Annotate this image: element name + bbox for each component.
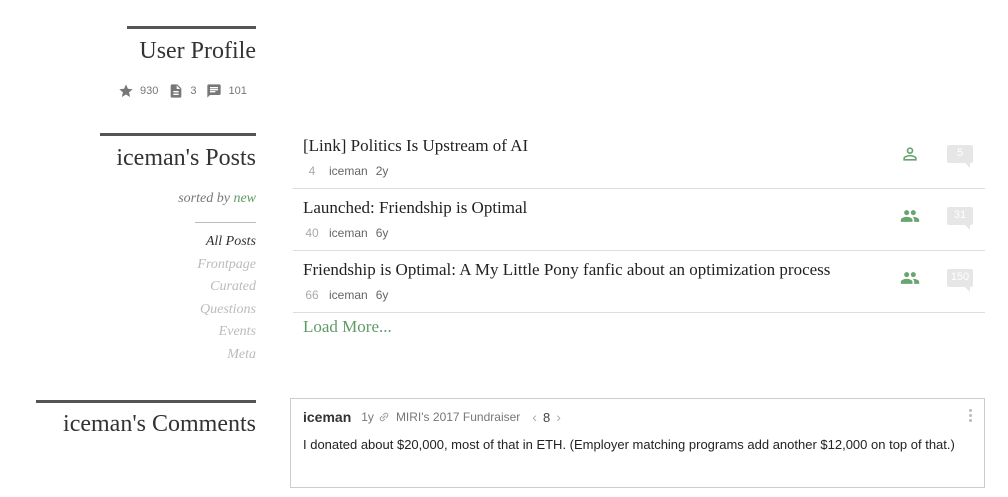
filter-curated[interactable]: Curated bbox=[197, 278, 256, 301]
people-icon bbox=[900, 268, 920, 288]
posts-section-title: iceman's Posts bbox=[116, 145, 256, 171]
post-comment-count-button[interactable]: 150 bbox=[947, 269, 973, 292]
post-title-link[interactable]: Friendship is Optimal: A My Little Pony … bbox=[303, 260, 830, 280]
person-icon bbox=[900, 144, 920, 164]
filter-all-posts[interactable]: All Posts bbox=[197, 233, 256, 256]
link-icon[interactable] bbox=[378, 411, 390, 423]
comment-header: iceman 1y MIRI's 2017 Fundraiser ‹ 8 › bbox=[303, 409, 561, 425]
post-count: 3 bbox=[190, 85, 197, 97]
post-title-link[interactable]: [Link] Politics Is Upstream of AI bbox=[303, 136, 528, 156]
more-options-icon[interactable] bbox=[968, 409, 974, 425]
post-comment-count-button[interactable]: 5 bbox=[947, 145, 973, 168]
user-profile-header: User Profile bbox=[127, 26, 256, 65]
post-age: 6y bbox=[375, 226, 389, 240]
comment-icon bbox=[206, 83, 222, 99]
document-icon bbox=[168, 83, 184, 99]
comment-count-badge: 5 bbox=[947, 145, 973, 163]
comment-post-link[interactable]: MIRI's 2017 Fundraiser bbox=[396, 410, 520, 424]
comment-author-link[interactable]: iceman bbox=[303, 409, 351, 425]
sort-prefix: sorted by bbox=[178, 191, 230, 206]
sort-divider bbox=[195, 222, 256, 223]
post-row[interactable]: Launched: Friendship is Optimal 40 icema… bbox=[293, 189, 985, 251]
post-row[interactable]: Friendship is Optimal: A My Little Pony … bbox=[293, 251, 985, 313]
comment-score: 8 bbox=[542, 409, 551, 425]
post-karma: 4 bbox=[308, 164, 316, 178]
post-comment-count-button[interactable]: 31 bbox=[947, 207, 973, 230]
star-icon bbox=[118, 83, 134, 99]
downvote-chevron-icon[interactable]: ‹ bbox=[532, 409, 537, 425]
post-author-link[interactable]: iceman bbox=[329, 288, 368, 302]
filter-frontpage[interactable]: Frontpage bbox=[197, 256, 256, 279]
post-age: 6y bbox=[375, 288, 389, 302]
comment-card: iceman 1y MIRI's 2017 Fundraiser ‹ 8 › I… bbox=[290, 398, 985, 488]
comments-section-header: iceman's Comments bbox=[36, 400, 256, 438]
filter-events[interactable]: Events bbox=[197, 323, 256, 346]
comment-count: 101 bbox=[228, 85, 247, 97]
post-row[interactable]: [Link] Politics Is Upstream of AI 4 icem… bbox=[293, 127, 985, 189]
profile-stats: 930 3 101 bbox=[118, 83, 257, 99]
post-karma: 66 bbox=[305, 288, 319, 302]
load-more-link[interactable]: Load More... bbox=[303, 317, 392, 337]
filter-questions[interactable]: Questions bbox=[197, 301, 256, 324]
sort-indicator: sorted by new bbox=[178, 191, 256, 207]
comment-count-badge: 31 bbox=[947, 207, 973, 225]
post-karma: 40 bbox=[305, 226, 319, 240]
post-title-link[interactable]: Launched: Friendship is Optimal bbox=[303, 198, 527, 218]
post-meta: 66 iceman 6y bbox=[303, 288, 388, 302]
karma-count: 930 bbox=[140, 85, 159, 97]
sort-value-link[interactable]: new bbox=[233, 191, 256, 206]
upvote-chevron-icon[interactable]: › bbox=[556, 409, 561, 425]
comment-age[interactable]: 1y bbox=[361, 410, 374, 424]
user-profile-title: User Profile bbox=[139, 38, 256, 64]
post-filters: All Posts Frontpage Curated Questions Ev… bbox=[197, 233, 256, 369]
filter-meta[interactable]: Meta bbox=[197, 346, 256, 369]
comment-body: I donated about $20,000, most of that in… bbox=[303, 437, 955, 452]
comment-count-badge: 150 bbox=[947, 269, 973, 287]
post-age: 2y bbox=[375, 164, 389, 178]
comments-section-title: iceman's Comments bbox=[63, 411, 256, 437]
post-author-link[interactable]: iceman bbox=[329, 164, 368, 178]
people-icon bbox=[900, 206, 920, 226]
post-author-link[interactable]: iceman bbox=[329, 226, 368, 240]
post-meta: 4 iceman 2y bbox=[303, 164, 389, 178]
post-meta: 40 iceman 6y bbox=[303, 226, 388, 240]
posts-section-header: iceman's Posts bbox=[100, 133, 256, 172]
